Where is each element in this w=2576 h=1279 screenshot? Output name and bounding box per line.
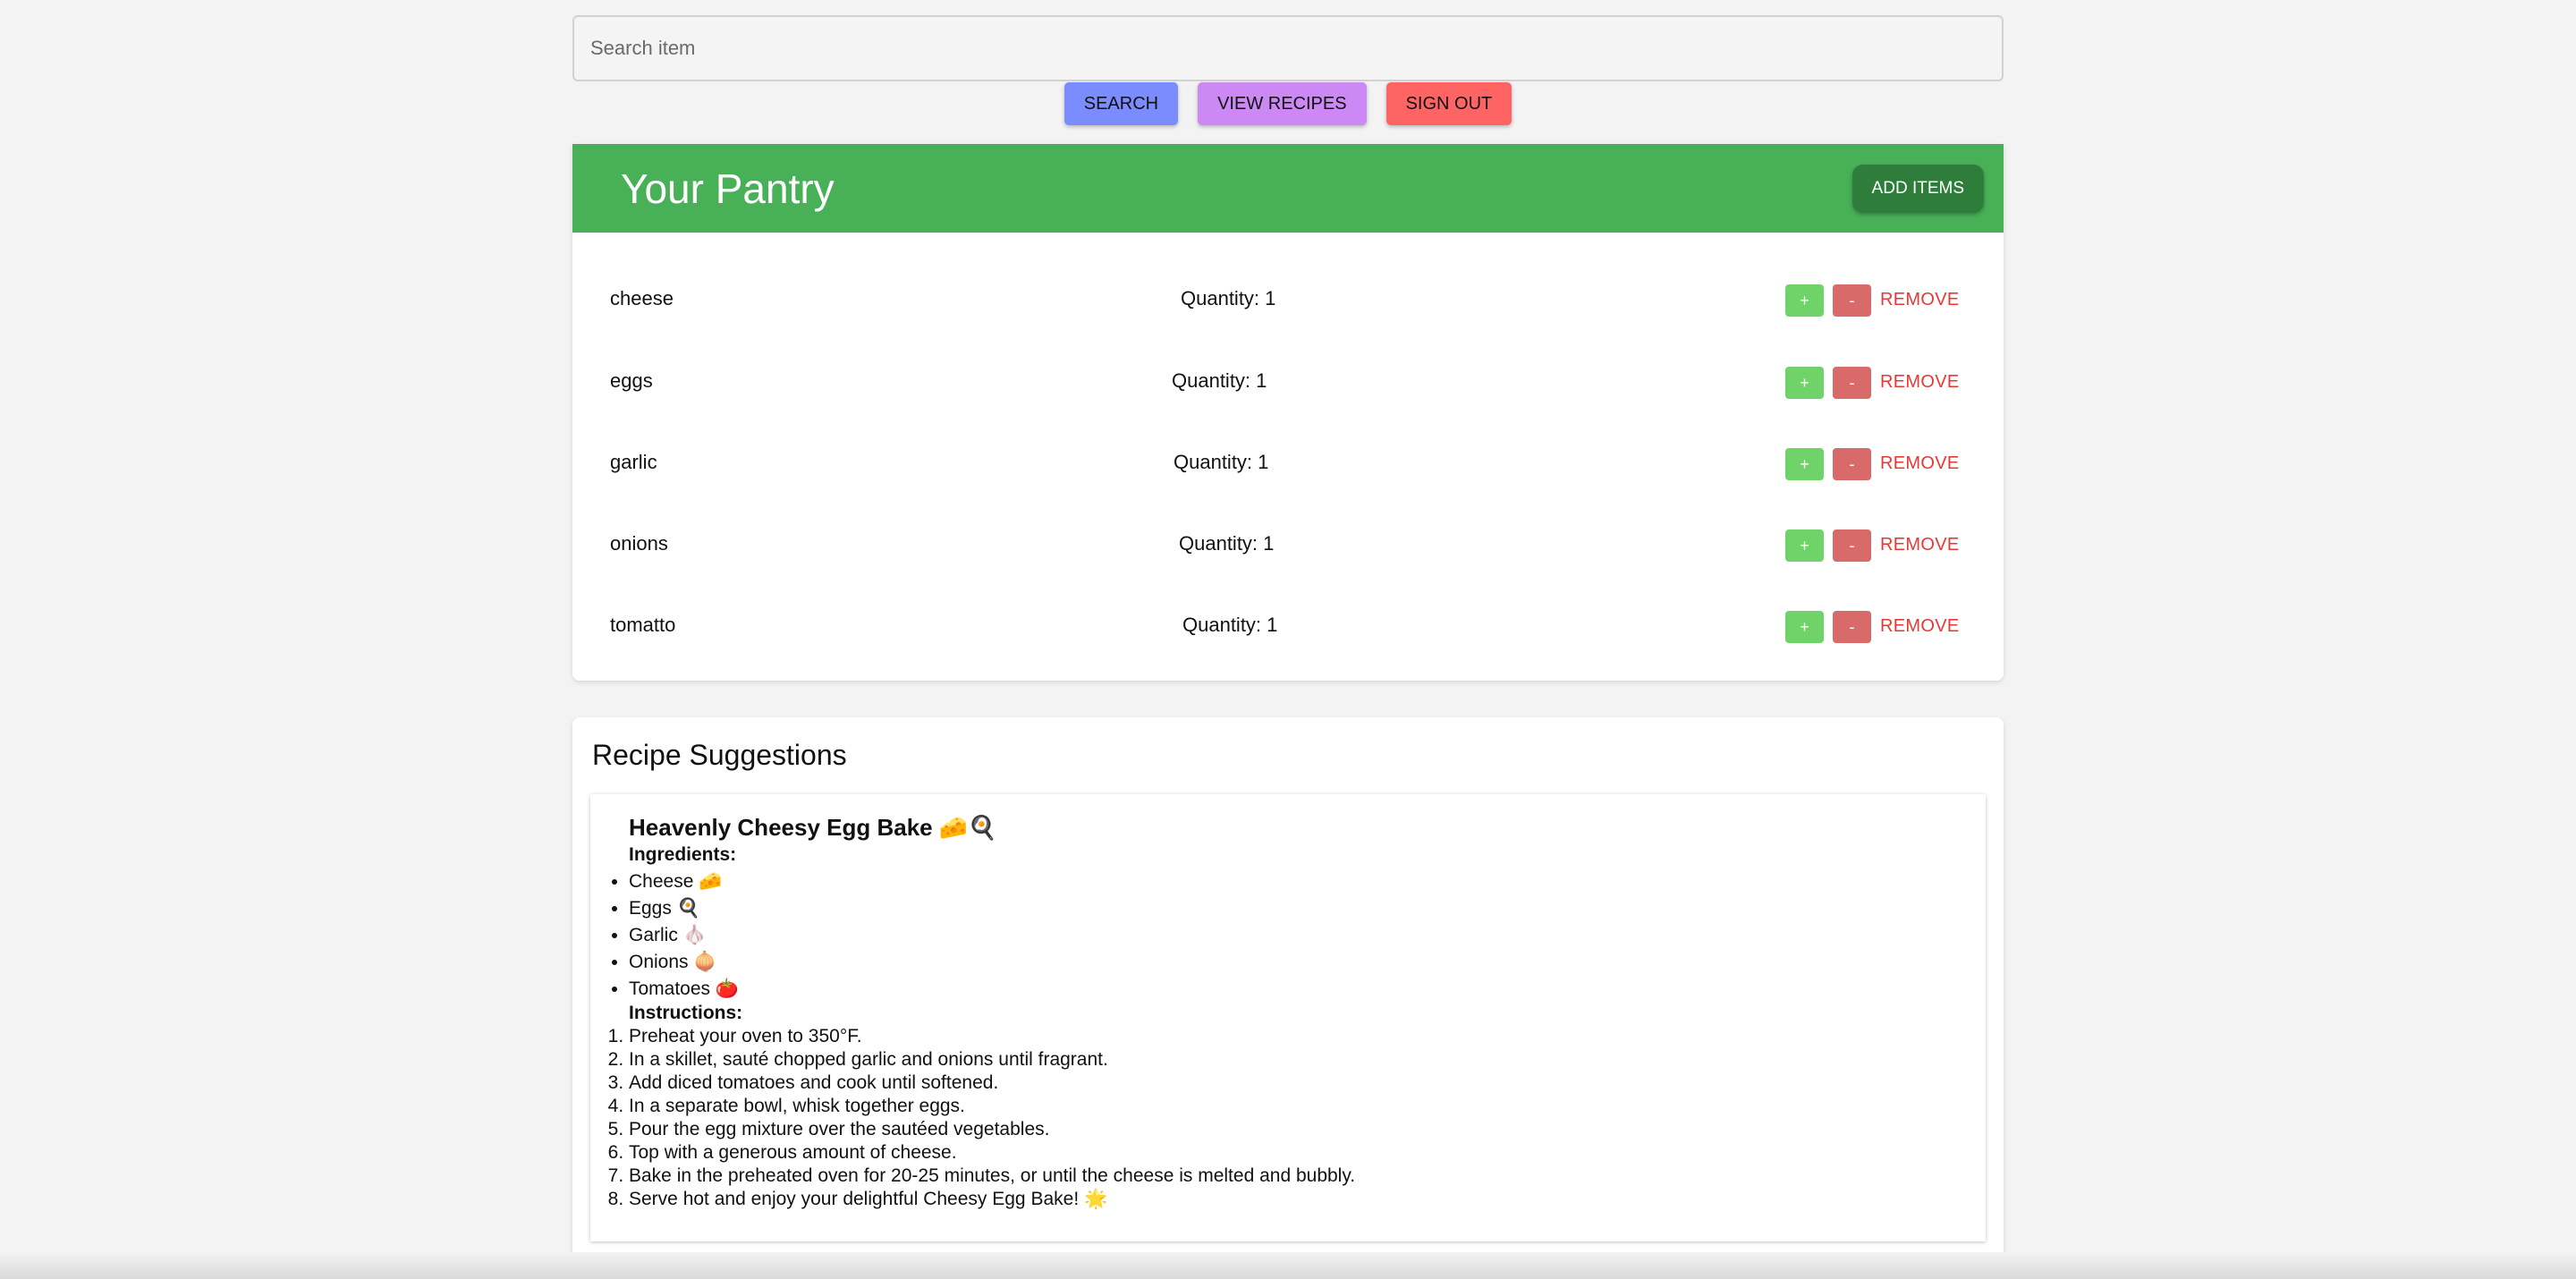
decrement-button[interactable]: - (1833, 367, 1871, 399)
increment-button[interactable]: + (1785, 284, 1824, 317)
ingredient-item: Cheese 🧀 (629, 868, 739, 895)
item-quantity: Quantity: 1 (1174, 451, 1269, 473)
ingredient-item: Garlic 🧄 (629, 922, 739, 949)
increment-button[interactable]: + (1785, 367, 1824, 399)
remove-button[interactable]: REMOVE (1880, 535, 1959, 555)
search-button[interactable]: SEARCH (1063, 82, 1179, 125)
instruction-step: Top with a generous amount of cheese. (629, 1141, 1355, 1165)
recipe-suggestions-panel: Recipe Suggestions Heavenly Cheesy Egg B… (572, 717, 2004, 1261)
recipes-title: Recipe Suggestions (592, 739, 847, 771)
item-quantity: Quantity: 1 (1182, 614, 1278, 636)
item-quantity: Quantity: 1 (1181, 287, 1276, 309)
toolbar: SEARCH VIEW RECIPES SIGN OUT (572, 82, 2004, 125)
ingredients-list: Cheese 🧀 Eggs 🍳 Garlic 🧄 Onions 🧅 Tomato… (629, 868, 739, 1003)
ingredients-label: Ingredients: (629, 844, 737, 865)
ingredient-item: Onions 🧅 (629, 949, 739, 976)
ingredient-item: Eggs 🍳 (629, 895, 739, 922)
item-quantity: Quantity: 1 (1172, 369, 1267, 392)
instruction-step: Pour the egg mixture over the sautéed ve… (629, 1118, 1355, 1141)
pantry-title: Your Pantry (621, 165, 835, 212)
add-items-button[interactable]: ADD ITEMS (1852, 165, 1984, 213)
ingredient-item: Tomatoes 🍅 (629, 976, 739, 1003)
remove-button[interactable]: REMOVE (1880, 290, 1959, 310)
increment-button[interactable]: + (1785, 611, 1824, 643)
instruction-step: Serve hot and enjoy your delightful Chee… (629, 1188, 1355, 1211)
instruction-step: Preheat your oven to 350°F. (629, 1025, 1355, 1048)
instruction-step: Bake in the preheated oven for 20-25 min… (629, 1165, 1355, 1188)
pantry-item-row: eggs Quantity: 1 + - REMOVE (572, 355, 2004, 409)
pantry-item-row: onions Quantity: 1 + - REMOVE (572, 518, 2004, 572)
remove-button[interactable]: REMOVE (1880, 372, 1959, 393)
view-recipes-button[interactable]: VIEW RECIPES (1198, 82, 1367, 125)
pantry-item-row: garlic Quantity: 1 + - REMOVE (572, 436, 2004, 490)
decrement-button[interactable]: - (1833, 611, 1871, 643)
instruction-step: In a separate bowl, whisk together eggs. (629, 1095, 1355, 1118)
instruction-step: Add diced tomatoes and cook until soften… (629, 1071, 1355, 1095)
item-name: eggs (610, 369, 653, 392)
search-input[interactable] (572, 15, 2004, 81)
increment-button[interactable]: + (1785, 529, 1824, 562)
sign-out-button[interactable]: SIGN OUT (1385, 82, 1513, 125)
item-name: garlic (610, 451, 657, 473)
instruction-step: In a skillet, sauté chopped garlic and o… (629, 1048, 1355, 1071)
item-name: tomatto (610, 614, 676, 636)
item-name: cheese (610, 287, 674, 309)
pantry-panel: Your Pantry ADD ITEMS cheese Quantity: 1… (572, 144, 2004, 681)
item-quantity: Quantity: 1 (1179, 532, 1275, 555)
decrement-button[interactable]: - (1833, 529, 1871, 562)
decrement-button[interactable]: - (1833, 284, 1871, 317)
decrement-button[interactable]: - (1833, 448, 1871, 480)
instructions-list: Preheat your oven to 350°F. In a skillet… (629, 1025, 1355, 1211)
window-bottom-edge (0, 1252, 2576, 1279)
pantry-header: Your Pantry ADD ITEMS (572, 144, 2004, 233)
item-name: onions (610, 532, 668, 555)
remove-button[interactable]: REMOVE (1880, 453, 1959, 474)
recipe-name: Heavenly Cheesy Egg Bake 🧀🍳 (629, 814, 997, 841)
increment-button[interactable]: + (1785, 448, 1824, 480)
recipe-card: Heavenly Cheesy Egg Bake 🧀🍳 Ingredients:… (590, 794, 1986, 1241)
instructions-label: Instructions: (629, 1003, 743, 1023)
remove-button[interactable]: REMOVE (1880, 616, 1959, 637)
pantry-item-row: tomatto Quantity: 1 + - REMOVE (572, 599, 2004, 653)
pantry-item-row: cheese Quantity: 1 + - REMOVE (572, 273, 2004, 326)
